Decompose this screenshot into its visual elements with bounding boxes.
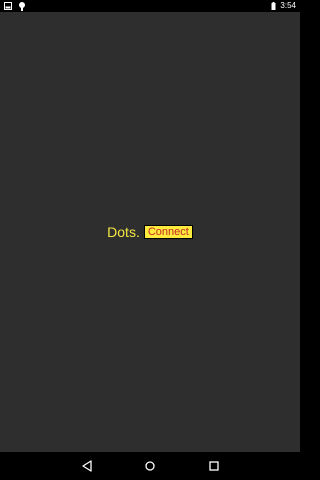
battery-icon [271, 2, 276, 10]
recent-apps-icon[interactable] [207, 459, 221, 473]
app-screen: 3:54 Dots. Connect [0, 0, 300, 480]
connect-button[interactable]: Connect [143, 225, 193, 239]
main-content: Dots. Connect [0, 12, 300, 452]
back-icon[interactable] [80, 459, 94, 473]
status-clock: 3:54 [280, 1, 296, 10]
title-row: Dots. Connect [0, 224, 300, 240]
navigation-bar [0, 452, 300, 480]
app-title: Dots. [107, 224, 140, 240]
android-notification-icon [18, 1, 26, 11]
home-icon[interactable] [143, 459, 157, 473]
image-notification-icon [4, 2, 12, 10]
status-bar: 3:54 [0, 0, 300, 12]
notification-icons [4, 1, 26, 11]
status-indicators: 3:54 [271, 0, 296, 12]
